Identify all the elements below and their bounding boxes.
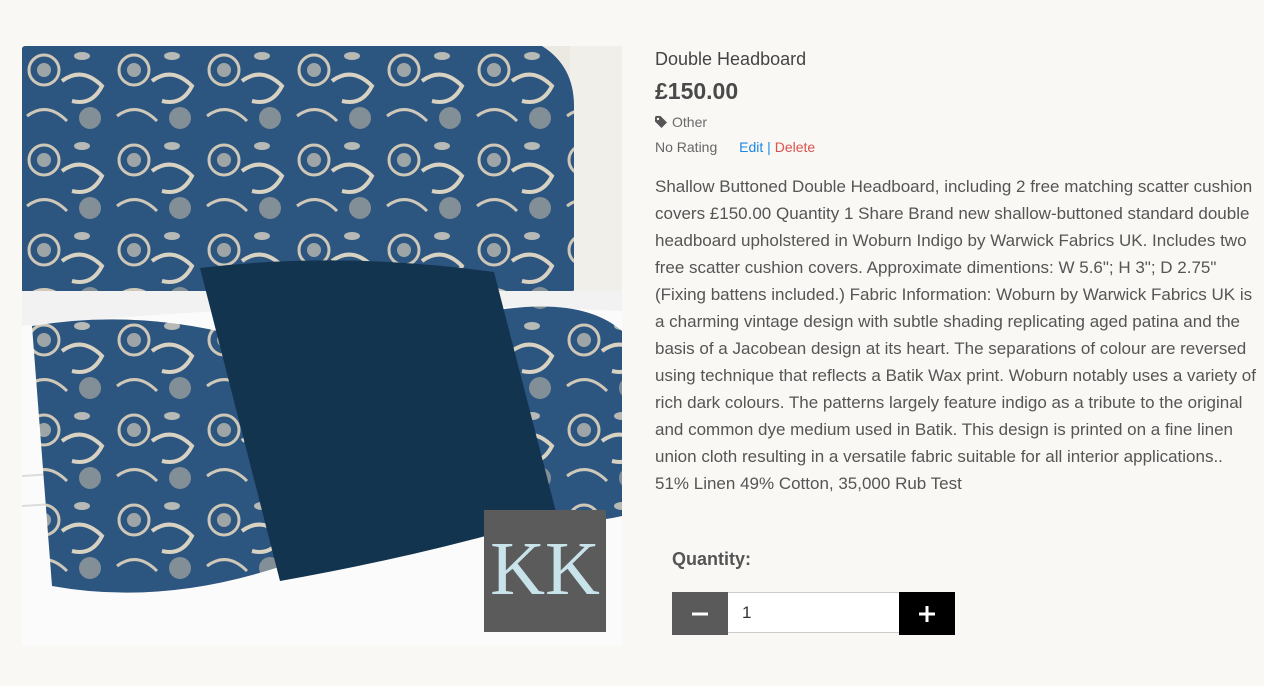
product-title: Double Headboard bbox=[655, 49, 807, 69]
product-description: Shallow Buttoned Double Headboard, inclu… bbox=[655, 177, 1256, 493]
link-separator: | bbox=[767, 139, 771, 155]
plus-icon bbox=[919, 605, 935, 622]
edit-link[interactable]: Edit bbox=[739, 139, 763, 155]
quantity-label: Quantity: bbox=[672, 549, 751, 569]
rating-row: No Rating Edit | Delete bbox=[655, 139, 1255, 155]
quantity-input[interactable] bbox=[728, 592, 899, 633]
minus-icon bbox=[692, 612, 708, 615]
category-label: Other bbox=[672, 114, 708, 130]
watermark-logo-text: KK bbox=[490, 527, 600, 611]
product-price: £150.00 bbox=[655, 78, 739, 104]
product-image: KK bbox=[22, 46, 622, 646]
quantity-stepper bbox=[672, 592, 955, 635]
rating-text: No Rating bbox=[655, 139, 718, 155]
decrement-button[interactable] bbox=[672, 592, 728, 635]
headboard-photo: KK bbox=[22, 46, 622, 646]
product-category[interactable]: Other bbox=[655, 114, 1255, 130]
tag-icon bbox=[655, 116, 667, 128]
increment-button[interactable] bbox=[899, 592, 955, 635]
delete-link[interactable]: Delete bbox=[775, 139, 815, 155]
product-details: Double Headboard £150.00 Other No Rating… bbox=[655, 46, 1256, 514]
